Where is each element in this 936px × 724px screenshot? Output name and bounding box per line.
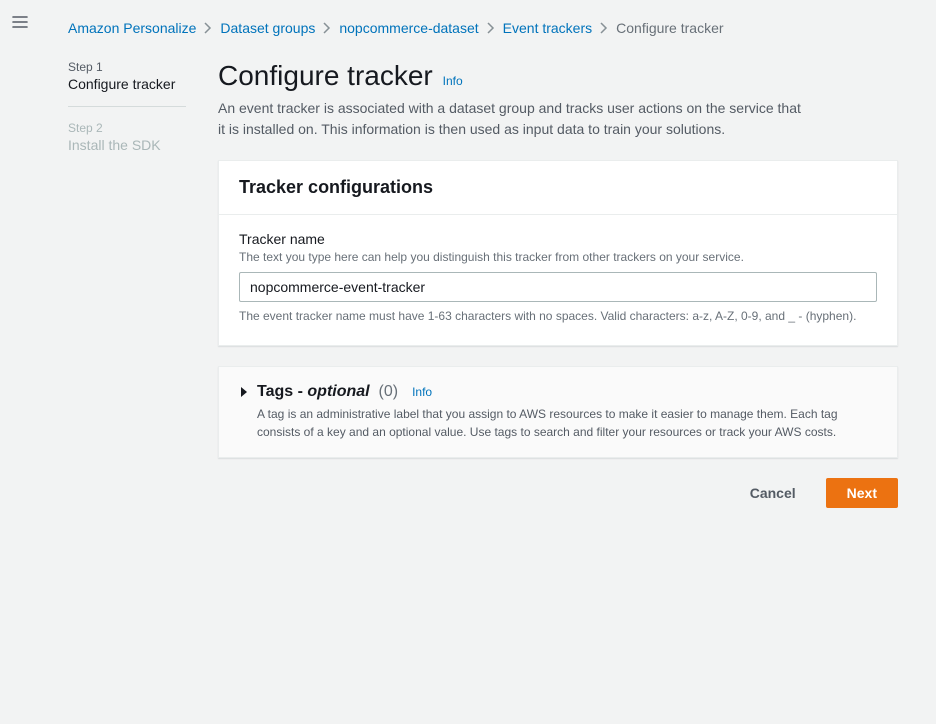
chevron-right-icon [323,22,331,34]
menu-toggle-icon[interactable] [12,17,28,33]
chevron-right-icon [487,22,495,34]
page-title: Configure tracker [218,60,433,91]
caret-right-icon [239,386,249,398]
tags-info-link[interactable]: Info [412,385,432,399]
step-number: Step 2 [68,121,186,135]
breadcrumb-link-event-trackers[interactable]: Event trackers [503,20,592,36]
tags-toggle[interactable]: Tags - optional (0) Info [239,383,877,401]
tracker-name-input[interactable] [239,272,877,302]
next-button[interactable]: Next [826,478,898,508]
tracker-name-constraint: The event tracker name must have 1-63 ch… [239,308,877,325]
panel-title: Tracker configurations [239,177,877,198]
tags-panel: Tags - optional (0) Info A tag is an adm… [218,366,898,458]
chevron-right-icon [204,22,212,34]
tags-description: A tag is an administrative label that yo… [257,405,877,441]
tags-title-prefix: Tags - [257,383,303,400]
tags-count: (0) [379,383,399,400]
tags-optional-label: optional [307,383,369,400]
step-title: Install the SDK [68,137,186,153]
step-title: Configure tracker [68,76,186,92]
info-link[interactable]: Info [443,74,463,88]
tracker-name-hint: The text you type here can help you dist… [239,249,877,266]
action-row: Cancel Next [218,478,898,508]
wizard-step-2[interactable]: Step 2 Install the SDK [68,121,186,167]
step-number: Step 1 [68,60,186,74]
breadcrumb-link-dataset[interactable]: nopcommerce-dataset [339,20,478,36]
wizard-steps: Step 1 Configure tracker Step 2 Install … [68,60,186,508]
breadcrumb-link-personalize[interactable]: Amazon Personalize [68,20,196,36]
breadcrumb: Amazon Personalize Dataset groups nopcom… [68,20,898,36]
chevron-right-icon [600,22,608,34]
tags-title: Tags - optional (0) [257,383,398,401]
tracker-name-label: Tracker name [239,231,877,247]
wizard-step-1[interactable]: Step 1 Configure tracker [68,60,186,107]
breadcrumb-current: Configure tracker [616,20,723,36]
cancel-button[interactable]: Cancel [730,479,816,507]
breadcrumb-link-dataset-groups[interactable]: Dataset groups [220,20,315,36]
page-description: An event tracker is associated with a da… [218,98,808,140]
tracker-configurations-panel: Tracker configurations Tracker name The … [218,160,898,346]
